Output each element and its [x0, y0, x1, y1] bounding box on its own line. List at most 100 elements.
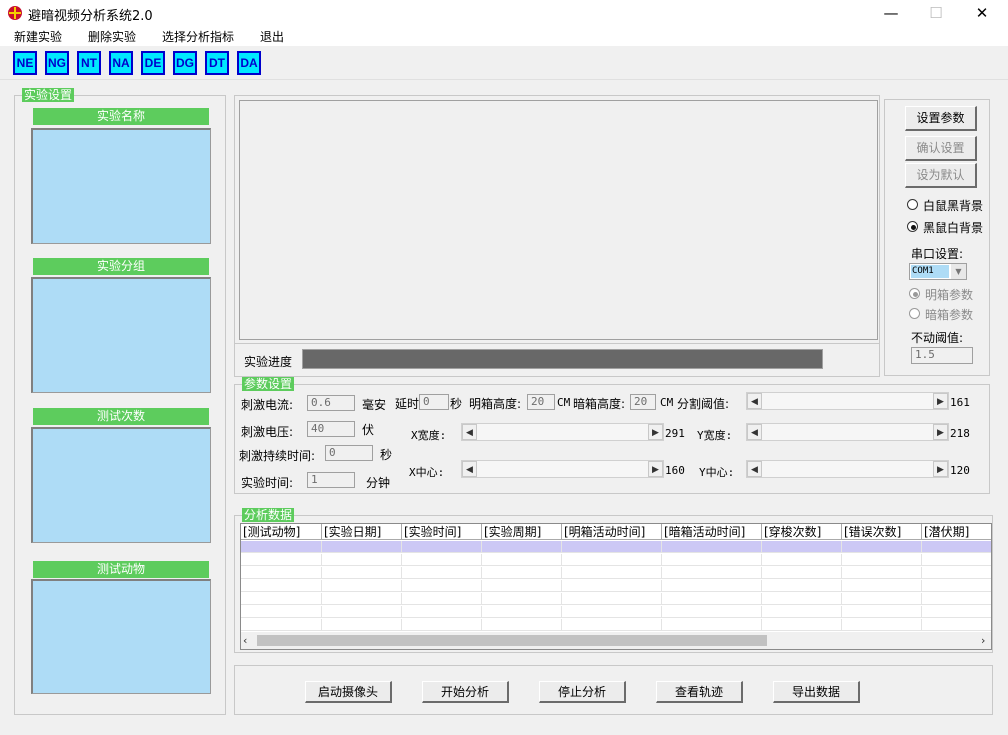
grid-cell[interactable]: [241, 619, 322, 631]
slider-left-arrow-icon[interactable]: ◀: [747, 461, 762, 477]
slider-left-arrow-icon[interactable]: ◀: [747, 393, 762, 409]
slider-right-arrow-icon[interactable]: ▶: [648, 461, 663, 477]
scrollbar-thumb[interactable]: [257, 635, 767, 646]
y-center-slider[interactable]: ◀ ▶: [746, 460, 949, 478]
grid-cell[interactable]: [762, 567, 842, 579]
column-header[interactable]: [实验时间]: [402, 524, 482, 540]
grid-cell[interactable]: [562, 619, 662, 631]
dark-height-input[interactable]: 20: [630, 394, 656, 410]
grid-cell[interactable]: [322, 554, 402, 566]
menu-delete-experiment[interactable]: 删除实验: [88, 28, 136, 45]
grid-cell[interactable]: [762, 580, 842, 592]
grid-cell[interactable]: [322, 567, 402, 579]
grid-cell[interactable]: [402, 619, 482, 631]
threshold-input[interactable]: 1.5: [911, 347, 973, 364]
grid-cell[interactable]: [662, 593, 762, 605]
grid-cell[interactable]: [402, 554, 482, 566]
grid-cell[interactable]: [322, 541, 402, 553]
exp-time-input[interactable]: 1: [307, 472, 355, 488]
seg-threshold-slider[interactable]: ◀ ▶: [746, 392, 949, 410]
dark-box-params-radio[interactable]: [909, 308, 920, 319]
grid-cell[interactable]: [482, 567, 562, 579]
grid-cell[interactable]: [322, 606, 402, 618]
grid-cell[interactable]: [241, 554, 322, 566]
grid-cell[interactable]: [402, 580, 482, 592]
column-header[interactable]: [实验日期]: [322, 524, 402, 540]
slider-right-arrow-icon[interactable]: ▶: [648, 424, 663, 440]
export-data-button[interactable]: 导出数据: [773, 681, 860, 703]
grid-cell[interactable]: [922, 541, 991, 553]
view-track-button[interactable]: 查看轨迹: [656, 681, 743, 703]
test-animal-list[interactable]: [31, 579, 211, 694]
grid-cell[interactable]: [922, 567, 991, 579]
grid-cell[interactable]: [562, 580, 662, 592]
light-box-params-radio[interactable]: [909, 288, 920, 299]
grid-cell[interactable]: [482, 606, 562, 618]
white-mouse-black-bg-radio[interactable]: [907, 199, 918, 210]
grid-cell[interactable]: [562, 567, 662, 579]
chevron-down-icon[interactable]: ▼: [951, 264, 966, 279]
grid-cell[interactable]: [482, 541, 562, 553]
toolbar-nt-button[interactable]: NT: [77, 51, 101, 75]
column-header[interactable]: [测试动物]: [241, 524, 322, 540]
set-default-button[interactable]: 设为默认: [905, 163, 977, 188]
column-header[interactable]: [潜伏期]: [922, 524, 991, 540]
toolbar-dt-button[interactable]: DT: [205, 51, 229, 75]
grid-cell[interactable]: [241, 606, 322, 618]
grid-cell[interactable]: [842, 606, 922, 618]
slider-right-arrow-icon[interactable]: ▶: [933, 424, 948, 440]
voltage-input[interactable]: 40: [307, 421, 355, 437]
grid-cell[interactable]: [322, 593, 402, 605]
start-analysis-button[interactable]: 开始分析: [422, 681, 509, 703]
column-header[interactable]: [明箱活动时间]: [562, 524, 662, 540]
grid-cell[interactable]: [842, 580, 922, 592]
scroll-left-icon[interactable]: ‹: [243, 634, 247, 647]
experiment-name-list[interactable]: [31, 128, 211, 244]
slider-right-arrow-icon[interactable]: ▶: [933, 393, 948, 409]
slider-right-arrow-icon[interactable]: ▶: [933, 461, 948, 477]
grid-cell[interactable]: [662, 567, 762, 579]
grid-cell[interactable]: [762, 606, 842, 618]
grid-cell[interactable]: [482, 619, 562, 631]
toolbar-ne-button[interactable]: NE: [13, 51, 37, 75]
toolbar-ng-button[interactable]: NG: [45, 51, 69, 75]
menu-select-indicators[interactable]: 选择分析指标: [162, 28, 234, 45]
grid-cell[interactable]: [562, 606, 662, 618]
maximize-button[interactable]: ☐: [913, 0, 959, 26]
grid-cell[interactable]: [241, 593, 322, 605]
menu-exit[interactable]: 退出: [260, 28, 284, 45]
slider-left-arrow-icon[interactable]: ◀: [462, 461, 477, 477]
grid-cell[interactable]: [562, 541, 662, 553]
slider-left-arrow-icon[interactable]: ◀: [462, 424, 477, 440]
column-header[interactable]: [穿梭次数]: [762, 524, 842, 540]
grid-cell[interactable]: [762, 541, 842, 553]
set-params-button[interactable]: 设置参数: [905, 106, 977, 131]
grid-cell[interactable]: [402, 541, 482, 553]
stop-analysis-button[interactable]: 停止分析: [539, 681, 626, 703]
grid-cell[interactable]: [322, 580, 402, 592]
grid-cell[interactable]: [922, 554, 991, 566]
x-center-slider[interactable]: ◀ ▶: [461, 460, 664, 478]
grid-cell[interactable]: [562, 554, 662, 566]
grid-cell[interactable]: [922, 593, 991, 605]
toolbar-na-button[interactable]: NA: [109, 51, 133, 75]
column-header[interactable]: [暗箱活动时间]: [662, 524, 762, 540]
grid-cell[interactable]: [762, 619, 842, 631]
analysis-data-grid[interactable]: [测试动物] [实验日期] [实验时间] [实验周期] [明箱活动时间] [暗箱…: [240, 523, 992, 650]
experiment-group-list[interactable]: [31, 277, 211, 393]
duration-input[interactable]: 0: [325, 445, 373, 461]
grid-cell[interactable]: [241, 541, 322, 553]
grid-cell[interactable]: [482, 593, 562, 605]
column-header[interactable]: [错误次数]: [842, 524, 922, 540]
grid-cell[interactable]: [562, 593, 662, 605]
grid-cell[interactable]: [662, 541, 762, 553]
toolbar-da-button[interactable]: DA: [237, 51, 261, 75]
scroll-right-icon[interactable]: ›: [981, 634, 985, 647]
x-width-slider[interactable]: ◀ ▶: [461, 423, 664, 441]
grid-cell[interactable]: [662, 554, 762, 566]
serial-port-select[interactable]: COM1 ▼: [909, 263, 967, 280]
grid-cell[interactable]: [842, 554, 922, 566]
grid-cell[interactable]: [762, 593, 842, 605]
grid-cell[interactable]: [662, 606, 762, 618]
slider-left-arrow-icon[interactable]: ◀: [747, 424, 762, 440]
